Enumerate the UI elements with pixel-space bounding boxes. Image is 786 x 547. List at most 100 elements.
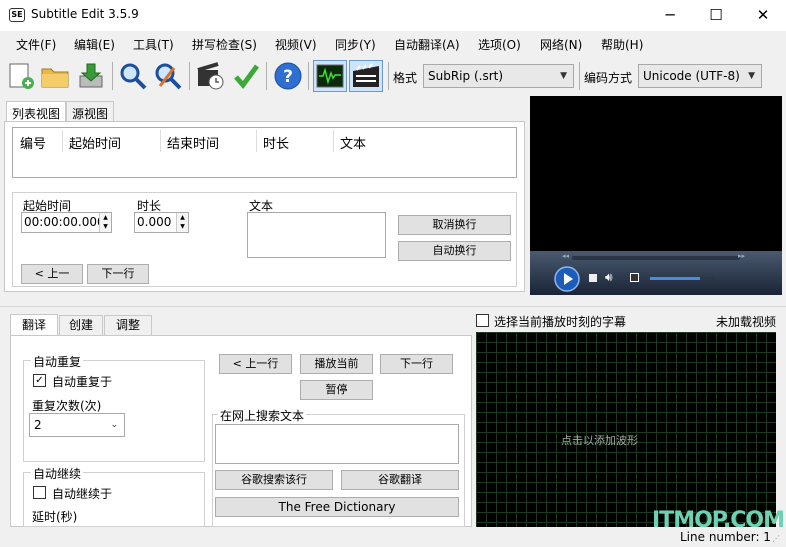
unbreak-button[interactable]: 取消换行 bbox=[398, 215, 511, 235]
encoding-value: Unicode (UTF-8) bbox=[643, 69, 740, 83]
app-icon: SE bbox=[9, 8, 25, 22]
splitter[interactable] bbox=[0, 306, 786, 307]
open-folder-icon[interactable] bbox=[39, 60, 71, 92]
tab-adjust[interactable]: 调整 bbox=[104, 315, 152, 336]
column-header-number[interactable]: 编号 bbox=[20, 133, 46, 152]
tab-translate[interactable]: 翻译 bbox=[10, 314, 58, 336]
status-bar bbox=[0, 527, 786, 547]
save-download-icon[interactable] bbox=[75, 60, 107, 92]
column-header-start[interactable]: 起始时间 bbox=[69, 133, 121, 152]
play-current-button[interactable]: 播放当前 bbox=[300, 354, 373, 374]
column-divider bbox=[62, 130, 63, 152]
toolbar-separator bbox=[189, 62, 190, 90]
select-current-subtitle-checkbox[interactable] bbox=[476, 314, 489, 327]
toolbar-separator bbox=[308, 62, 309, 90]
volume-icon[interactable]: 🔊︎ bbox=[605, 270, 613, 285]
subtitle-text-input[interactable] bbox=[247, 212, 386, 258]
menu-help[interactable]: 帮助(H) bbox=[601, 36, 643, 53]
tab-list-view[interactable]: 列表视图 bbox=[6, 101, 67, 122]
pause-button[interactable]: 暂停 bbox=[300, 380, 373, 400]
toolbar-separator bbox=[266, 62, 267, 90]
auto-repeat-checkbox-label: 自动重复于 bbox=[52, 375, 113, 389]
help-icon[interactable]: ? bbox=[272, 60, 304, 92]
chevron-down-icon: ▼ bbox=[560, 71, 567, 81]
auto-repeat-title: 自动重复 bbox=[31, 353, 84, 370]
prev-line-button[interactable]: < 上一 bbox=[21, 264, 83, 284]
auto-continue-checkbox-label: 自动继续于 bbox=[52, 487, 113, 501]
find-icon[interactable] bbox=[117, 60, 149, 92]
minimize-button[interactable]: ─ bbox=[647, 0, 693, 31]
auto-repeat-checkbox[interactable]: ✓ bbox=[33, 374, 46, 387]
auto-continue-checkbox[interactable] bbox=[33, 486, 46, 499]
waveform-toggle-icon[interactable] bbox=[313, 60, 347, 92]
waveform-hint: 点击以添加波形 bbox=[561, 434, 638, 447]
line-number-status: Line number: 1 bbox=[680, 530, 771, 544]
rewind-icon[interactable]: ◂◂ bbox=[562, 252, 569, 260]
menu-options[interactable]: 选项(O) bbox=[478, 36, 521, 53]
column-header-end[interactable]: 结束时间 bbox=[167, 133, 219, 152]
menu-auto-translate[interactable]: 自动翻译(A) bbox=[394, 36, 460, 53]
format-value: SubRip (.srt) bbox=[428, 69, 504, 83]
menu-sync[interactable]: 同步(Y) bbox=[335, 36, 376, 53]
auto-continue-title: 自动继续 bbox=[31, 465, 84, 482]
tab-source-view[interactable]: 源视图 bbox=[66, 101, 115, 122]
spinner-icon[interactable]: ▲ ▼ bbox=[99, 213, 111, 232]
column-divider bbox=[256, 130, 257, 152]
column-header-text[interactable]: 文本 bbox=[340, 133, 366, 152]
select-current-subtitle-label: 选择当前播放时刻的字幕 bbox=[494, 315, 627, 329]
toolbar-separator bbox=[579, 62, 580, 90]
column-header-duration[interactable]: 时长 bbox=[263, 133, 289, 152]
menu-tools[interactable]: 工具(T) bbox=[133, 36, 174, 53]
menu-edit[interactable]: 编辑(E) bbox=[74, 36, 115, 53]
column-divider bbox=[160, 130, 161, 152]
format-label: 格式 bbox=[393, 71, 418, 85]
menu-network[interactable]: 网络(N) bbox=[540, 36, 582, 53]
prev-line-play-button[interactable]: < 上一行 bbox=[219, 354, 292, 374]
format-select[interactable]: SubRip (.srt) ▼ bbox=[423, 64, 574, 88]
menu-spellcheck[interactable]: 拼写检查(S) bbox=[192, 36, 257, 53]
svg-text:?: ? bbox=[283, 67, 293, 87]
repeat-count-label: 重复次数(次) bbox=[32, 399, 102, 413]
waveform-area[interactable] bbox=[476, 332, 776, 527]
video-seek-bar[interactable] bbox=[572, 256, 740, 260]
web-search-input[interactable] bbox=[215, 424, 459, 464]
video-player-area[interactable] bbox=[530, 96, 782, 251]
menu-file[interactable]: 文件(F) bbox=[16, 36, 56, 53]
free-dictionary-button[interactable]: The Free Dictionary bbox=[215, 497, 459, 517]
auto-break-button[interactable]: 自动换行 bbox=[398, 241, 511, 261]
delay-label: 延时(秒) bbox=[32, 510, 78, 524]
next-line-button[interactable]: 下一行 bbox=[87, 264, 149, 284]
new-file-icon[interactable] bbox=[5, 60, 37, 92]
repeat-count-select[interactable]: 2 ⌄ bbox=[29, 413, 125, 437]
duration-input[interactable]: 0.000 ▲ ▼ bbox=[134, 212, 189, 233]
column-divider bbox=[333, 130, 334, 152]
replace-icon[interactable] bbox=[152, 60, 184, 92]
play-icon[interactable] bbox=[554, 266, 580, 292]
fast-forward-icon[interactable]: ▸▸ bbox=[738, 252, 745, 260]
maximize-button[interactable]: ☐ bbox=[693, 0, 739, 31]
no-video-label: 未加载视频 bbox=[716, 315, 777, 329]
encoding-select[interactable]: Unicode (UTF-8) ▼ bbox=[638, 64, 762, 88]
encoding-label: 编码方式 bbox=[584, 71, 633, 85]
fullscreen-icon[interactable] bbox=[630, 273, 639, 282]
web-search-title: 在网上搜索文本 bbox=[218, 407, 307, 424]
close-button[interactable]: ✕ bbox=[740, 0, 786, 31]
next-line-play-button[interactable]: 下一行 bbox=[380, 354, 453, 374]
chevron-down-icon: ▼ bbox=[748, 71, 755, 81]
start-time-input[interactable]: 00:00:00.000 ▲ ▼ bbox=[21, 212, 112, 233]
menu-video[interactable]: 视频(V) bbox=[275, 36, 317, 53]
toolbar-separator bbox=[388, 62, 389, 90]
volume-level bbox=[650, 277, 700, 280]
video-toggle-icon[interactable] bbox=[349, 60, 383, 92]
tab-create[interactable]: 创建 bbox=[59, 315, 103, 336]
menu-bar bbox=[0, 31, 786, 57]
toolbar-separator bbox=[112, 62, 113, 90]
google-it-button[interactable]: 谷歌搜索该行 bbox=[215, 470, 333, 490]
spinner-icon[interactable]: ▲ ▼ bbox=[176, 213, 188, 232]
stop-icon[interactable] bbox=[589, 274, 597, 282]
resize-grip-icon[interactable]: ⋰ bbox=[772, 534, 780, 543]
spell-check-icon[interactable] bbox=[230, 60, 262, 92]
visual-sync-icon[interactable] bbox=[194, 60, 226, 92]
google-translate-button[interactable]: 谷歌翻译 bbox=[341, 470, 459, 490]
chevron-down-icon: ⌄ bbox=[110, 420, 118, 430]
